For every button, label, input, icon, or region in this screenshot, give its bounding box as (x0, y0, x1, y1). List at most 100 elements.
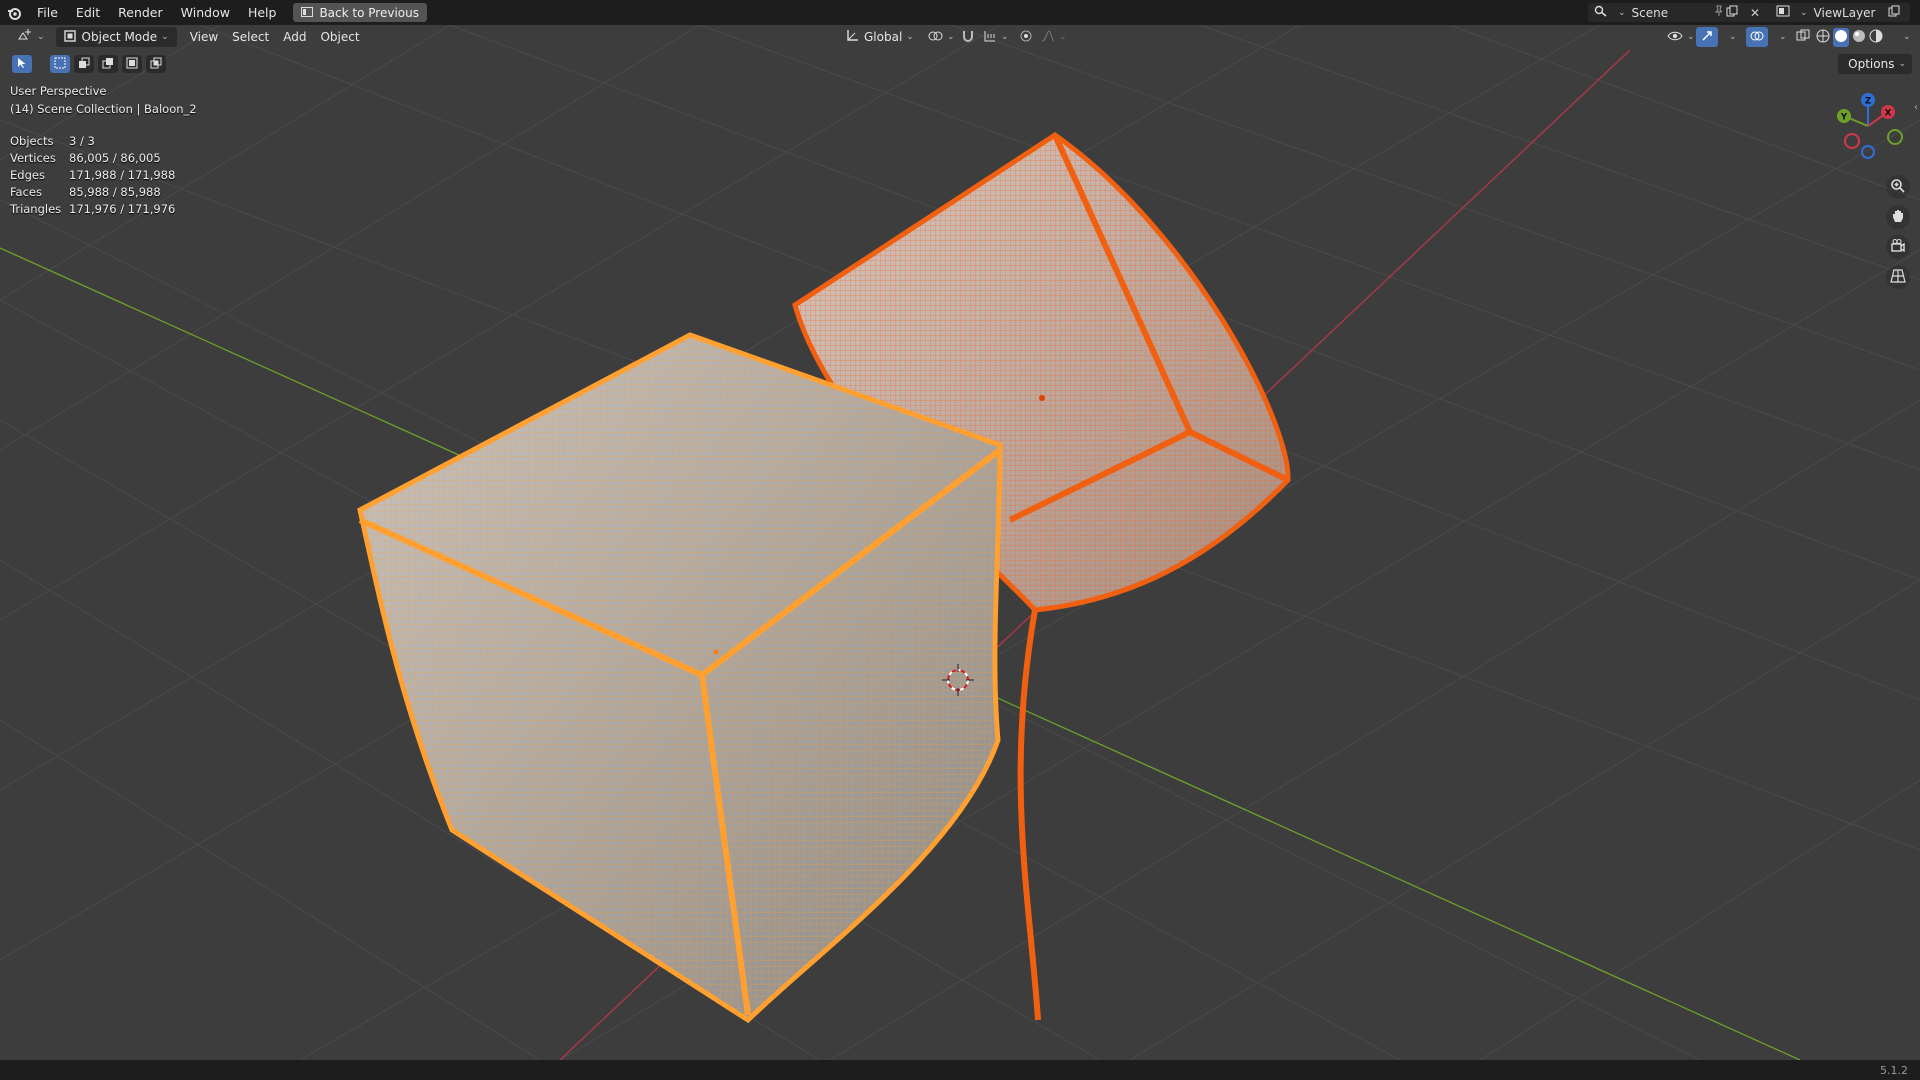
navigation-gizmo[interactable]: Z Y X (1826, 88, 1916, 168)
stat-label: Objects (10, 133, 54, 148)
select-subtract-button[interactable] (98, 55, 118, 73)
snap-target-selector[interactable]: ⌄ (976, 27, 1016, 47)
scene-selector[interactable]: ⌄ Scene (1588, 3, 1730, 22)
balloon-object-active[interactable] (357, 332, 1003, 1024)
select-invert-button[interactable] (122, 55, 142, 73)
gizmo-toggle[interactable] (1696, 27, 1718, 47)
editor-type-button[interactable]: ⌄ (10, 27, 52, 47)
menu-help[interactable]: Help (239, 0, 286, 25)
view-layer-selector[interactable]: ⌄ ViewLayer (1770, 3, 1892, 22)
select-extend-icon (78, 57, 90, 72)
editor-type-icon (17, 28, 33, 46)
chevron-down-icon: ⌄ (906, 32, 914, 42)
select-invert-icon (126, 57, 138, 72)
hand-icon (1890, 208, 1906, 227)
select-new-button[interactable] (50, 55, 70, 73)
tool-settings-row (12, 53, 166, 75)
select-intersect-button[interactable] (146, 55, 166, 73)
orientation-icon (845, 29, 859, 46)
stat-value: 171,988 / 171,988 (69, 167, 176, 182)
camera-view-button[interactable] (1886, 235, 1910, 259)
snap-grid-icon (983, 29, 997, 46)
perspective-toggle-button[interactable] (1886, 265, 1910, 289)
chevron-down-icon: ⌄ (1687, 32, 1695, 42)
shading-modes (1814, 27, 1885, 47)
gizmo-dropdown[interactable]: ⌄ (1718, 27, 1744, 47)
back-to-previous-button[interactable]: Back to Previous (293, 3, 427, 22)
delete-scene-button[interactable]: ✕ (1746, 3, 1772, 22)
new-scene-button[interactable] (1722, 3, 1748, 22)
stat-row: Triangles 171,976 / 171,976 (10, 200, 175, 217)
orientation-label: Global (864, 30, 903, 44)
stat-label: Triangles (10, 201, 62, 216)
options-dropdown[interactable]: Options ⌄ (1838, 54, 1912, 74)
falloff-selector[interactable]: ⌄ (1034, 27, 1074, 47)
mode-selector[interactable]: Object Mode ⌄ (55, 27, 177, 47)
menu-file[interactable]: File (28, 0, 67, 25)
new-view-layer-button[interactable] (1884, 3, 1910, 22)
view-perspective-label: User Perspective (10, 84, 107, 98)
version-label: 5.1.2 (1880, 1063, 1908, 1077)
scene-dropdown-icon: ⌄ (1618, 7, 1626, 18)
xray-toggle[interactable] (1792, 27, 1814, 47)
viewport-header: ⌄ Object Mode ⌄ View Select Add Object G… (0, 25, 1920, 49)
shading-dropdown[interactable]: ⌄ (1892, 27, 1918, 47)
pan-button[interactable] (1886, 205, 1910, 229)
select-extend-button[interactable] (74, 55, 94, 73)
viewport-scene (0, 25, 1920, 1060)
view-layer-dropdown-icon: ⌄ (1800, 7, 1808, 18)
gizmo-y-label: Y (1840, 113, 1848, 123)
chevron-down-icon: ⌄ (1059, 32, 1067, 42)
overlays-toggle[interactable] (1746, 27, 1768, 47)
material-shading-icon[interactable] (1852, 29, 1866, 46)
menu-edit[interactable]: Edit (67, 0, 109, 25)
stat-label: Faces (10, 184, 42, 199)
stat-label: Edges (10, 167, 45, 182)
cursor-arrow-icon (17, 57, 27, 72)
gizmo-z-label: Z (1865, 97, 1872, 107)
gizmo-negative-z-axis[interactable] (1861, 145, 1875, 159)
overlays-icon (1750, 29, 1764, 46)
gizmo-negative-x-axis[interactable] (1844, 133, 1860, 149)
blender-logo-icon[interactable] (6, 5, 22, 21)
menu-view[interactable]: View (183, 27, 225, 47)
menu-add[interactable]: Add (276, 27, 313, 47)
chevron-down-icon: ⌄ (1898, 59, 1906, 69)
overlays-dropdown[interactable]: ⌄ (1768, 27, 1794, 47)
scene-icon (1594, 5, 1608, 20)
stat-value: 86,005 / 86,005 (69, 150, 161, 165)
active-collection-label: (14) Scene Collection | Baloon_2 (10, 102, 197, 116)
mode-label: Object Mode (81, 30, 158, 44)
menu-object[interactable]: Object (313, 27, 366, 47)
scene-name: Scene (1631, 5, 1669, 20)
menu-window[interactable]: Window (172, 0, 239, 25)
sidebar-toggle-icon[interactable]: ‹ (1914, 102, 1918, 113)
rendered-shading-icon[interactable] (1869, 29, 1883, 46)
screen-icon (301, 6, 314, 20)
view-layer-icon (1776, 5, 1790, 20)
magnet-icon (961, 29, 975, 46)
select-tool-button[interactable] (12, 55, 32, 73)
menu-render[interactable]: Render (109, 0, 172, 25)
duplicate-icon (1726, 5, 1738, 20)
stat-row: Edges 171,988 / 171,988 (10, 166, 175, 183)
duplicate-icon (1888, 5, 1900, 20)
transform-orientation-selector[interactable]: Global ⌄ (838, 27, 921, 47)
stat-label: Vertices (10, 150, 56, 165)
chevron-down-icon: ⌄ (161, 32, 169, 42)
xray-icon (1796, 29, 1810, 46)
options-label: Options (1848, 57, 1895, 71)
gizmo-negative-y-axis[interactable] (1887, 129, 1903, 145)
3d-viewport[interactable] (0, 25, 1920, 1060)
solid-shading-icon[interactable] (1833, 27, 1849, 47)
stat-value: 171,976 / 171,976 (69, 201, 176, 216)
select-intersect-icon (150, 57, 162, 72)
camera-icon (1890, 238, 1906, 257)
select-subtract-icon (102, 57, 114, 72)
wireframe-shading-icon[interactable] (1816, 29, 1830, 46)
chevron-down-icon: ⌄ (1779, 32, 1787, 42)
select-new-icon (54, 57, 66, 72)
menu-select[interactable]: Select (225, 27, 276, 47)
zoom-button[interactable] (1886, 175, 1910, 199)
stat-row: Objects 3 / 3 (10, 132, 175, 149)
